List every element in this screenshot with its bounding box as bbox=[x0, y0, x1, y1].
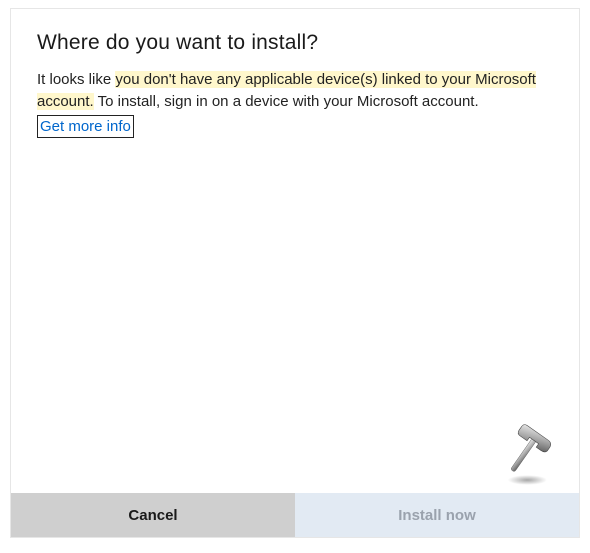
install-now-button: Install now bbox=[295, 493, 579, 537]
cancel-button[interactable]: Cancel bbox=[11, 493, 295, 537]
dialog-title: Where do you want to install? bbox=[37, 31, 553, 55]
dialog-content: Where do you want to install? It looks l… bbox=[11, 9, 579, 493]
dialog-message: It looks like you don't have any applica… bbox=[37, 69, 553, 138]
message-suffix: To install, sign in on a device with you… bbox=[94, 93, 479, 110]
install-dialog: Where do you want to install? It looks l… bbox=[10, 8, 580, 538]
message-prefix: It looks like bbox=[37, 71, 115, 88]
get-more-info-link[interactable]: Get more info bbox=[40, 118, 131, 135]
link-focus-ring: Get more info bbox=[37, 115, 134, 139]
dialog-buttons: Cancel Install now bbox=[11, 493, 579, 537]
